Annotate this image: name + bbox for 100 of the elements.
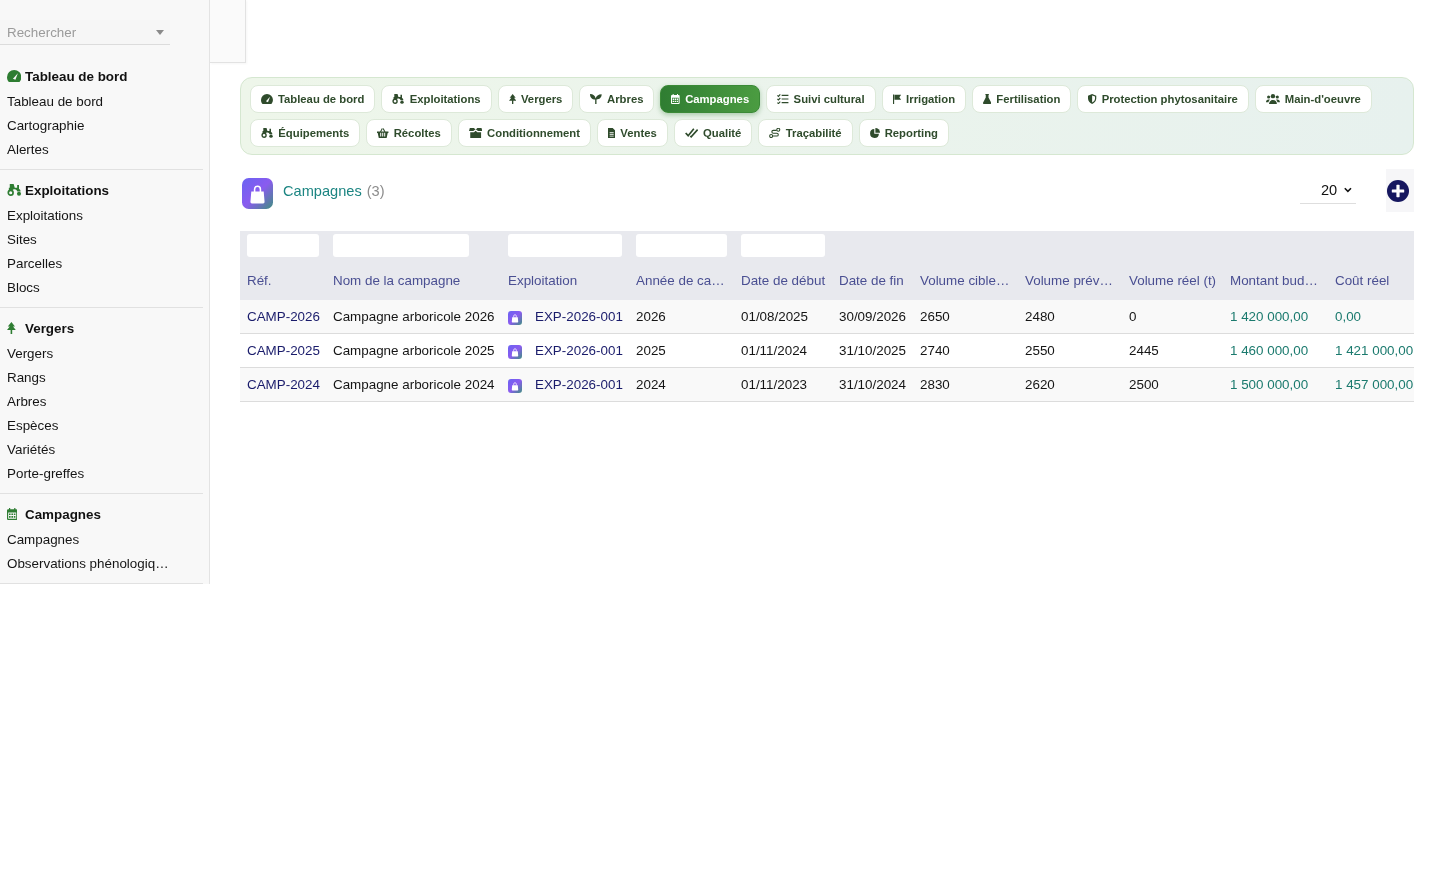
table-cell: 2830	[913, 367, 1018, 402]
table-cell: 1 457 000,00	[1328, 367, 1414, 402]
column-header[interactable]: Date de début	[734, 257, 832, 300]
nav-tab[interactable]: Fertilisation	[972, 85, 1072, 113]
sidebar-link[interactable]: Variétés	[0, 438, 203, 462]
nav-tab[interactable]: Protection phytosanitaire	[1077, 85, 1249, 113]
table-cell: Campagne arboricole 2026	[326, 300, 501, 334]
table-cell: 01/08/2025	[734, 300, 832, 334]
table-cell: 01/11/2023	[734, 367, 832, 402]
table-cell: Campagne arboricole 2024	[326, 367, 501, 402]
nav-tab[interactable]: Reporting	[858, 119, 949, 147]
table-cell: 2550	[1018, 333, 1122, 368]
sidebar-link[interactable]: Sites	[0, 228, 203, 252]
column-header[interactable]: Année de ca…	[629, 257, 734, 300]
sidebar-link[interactable]: Cartographie	[0, 114, 203, 138]
sidebar-section-title: Vergers	[25, 320, 75, 336]
pie-chart-icon	[869, 128, 880, 138]
add-button[interactable]	[1386, 169, 1414, 212]
nav-tab[interactable]: Vergers	[497, 85, 574, 113]
sidebar-link[interactable]: Exploitations	[0, 204, 203, 228]
sidebar-link[interactable]: Espèces	[0, 414, 203, 438]
table-cell: 31/10/2025	[832, 333, 913, 368]
table-cell: 0,00	[1328, 300, 1414, 334]
bag-icon	[242, 178, 273, 209]
column-header[interactable]: Volume cible…	[913, 257, 1018, 300]
table-cell: 1 420 000,00	[1223, 300, 1328, 334]
column-header[interactable]: Date de fin	[832, 257, 913, 300]
tree-icon	[7, 322, 16, 334]
bag-icon	[508, 378, 522, 393]
calendar-icon	[671, 94, 681, 104]
table-cell: 2445	[1122, 333, 1223, 368]
bag-icon	[508, 310, 522, 325]
sidebar-link[interactable]: Rangs	[0, 366, 203, 390]
gauge-icon	[7, 70, 22, 82]
nav-tab[interactable]: Irrigation	[881, 85, 967, 113]
table-link[interactable]: CAMP-2026	[247, 309, 320, 324]
route-icon	[769, 128, 781, 138]
table-cell: 30/09/2026	[832, 300, 913, 334]
plus-icon	[1387, 179, 1409, 202]
table-link[interactable]: EXP-2026-001	[535, 343, 623, 358]
sidebar-link[interactable]: Blocs	[0, 276, 203, 300]
sidebar-link[interactable]: Porte-greffes	[0, 462, 203, 486]
table-cell: 31/10/2024	[832, 367, 913, 402]
column-header[interactable]: Montant bud…	[1223, 257, 1328, 300]
chevron-down-icon	[1344, 187, 1352, 193]
table-cell: 2740	[913, 333, 1018, 368]
table-link[interactable]: CAMP-2024	[247, 377, 320, 392]
nav-tab[interactable]: Conditionnement	[457, 119, 591, 147]
table-link[interactable]: EXP-2026-001	[535, 309, 623, 324]
nav-tab[interactable]: Campagnes	[660, 85, 761, 113]
page-size-select[interactable]: 20	[1300, 177, 1356, 204]
sidebar-link[interactable]: Campagnes	[0, 528, 203, 552]
table-link[interactable]: EXP-2026-001	[535, 377, 623, 392]
nav-tab[interactable]: Exploitations	[381, 85, 492, 113]
users-icon	[1265, 94, 1280, 104]
document-icon	[607, 128, 616, 138]
sidebar-section-title: Campagnes	[25, 506, 101, 522]
sidebar-section-title: Exploitations	[25, 182, 110, 198]
tractor-icon	[261, 128, 274, 138]
table-cell: 2500	[1122, 367, 1223, 402]
nav-tab[interactable]: Traçabilité	[758, 119, 853, 147]
table-cell: 0	[1122, 300, 1223, 334]
nav-tab[interactable]: Récoltes	[366, 119, 452, 147]
table-cell: 01/11/2024	[734, 333, 832, 368]
column-header[interactable]: Réf.	[240, 257, 326, 300]
sidebar-section-title: Tableau de bord	[25, 68, 128, 84]
sidebar-link[interactable]: Alertes	[0, 138, 203, 162]
column-header[interactable]: Coût réel	[1328, 257, 1414, 300]
column-header[interactable]: Volume réel (t)	[1122, 257, 1223, 300]
sidebar-link[interactable]: Observations phénologiq…	[0, 552, 203, 576]
nav-tab[interactable]: Tableau de bord	[250, 85, 376, 113]
nav-tab[interactable]: Ventes	[596, 119, 668, 147]
calendar-icon	[7, 508, 18, 520]
sidebar-link[interactable]: Arbres	[0, 390, 203, 414]
nav-tab[interactable]: Équipements	[250, 119, 361, 147]
nav-tab[interactable]: Arbres	[579, 85, 655, 113]
box-icon	[468, 128, 483, 138]
nav-tab[interactable]: Main-d'oeuvre	[1254, 85, 1372, 113]
bag-icon	[508, 344, 522, 359]
flag-icon	[892, 94, 902, 104]
sidebar-link[interactable]: Tableau de bord	[0, 90, 203, 114]
basket-icon	[377, 128, 389, 138]
sidebar-link[interactable]: Vergers	[0, 342, 203, 366]
nav-tab[interactable]: Suivi cultural	[766, 85, 876, 113]
column-header[interactable]: Volume prév…	[1018, 257, 1122, 300]
caret-down-icon	[156, 30, 164, 35]
table-cell: 2480	[1018, 300, 1122, 334]
column-header[interactable]: Exploitation	[501, 257, 629, 300]
tractor-icon	[7, 184, 22, 196]
nav-tab[interactable]: Qualité	[673, 119, 753, 147]
table-cell: 2025	[629, 333, 734, 368]
table-link[interactable]: CAMP-2025	[247, 343, 320, 358]
sidebar-link[interactable]: Parcelles	[0, 252, 203, 276]
column-header[interactable]: Nom de la campagne	[326, 257, 501, 300]
table-cell: Campagne arboricole 2025	[326, 333, 501, 368]
checklist-icon	[777, 94, 789, 104]
table-cell: 1 500 000,00	[1223, 367, 1328, 402]
gauge-icon	[261, 94, 273, 104]
flask-icon	[983, 94, 992, 104]
double-check-icon	[684, 128, 699, 138]
